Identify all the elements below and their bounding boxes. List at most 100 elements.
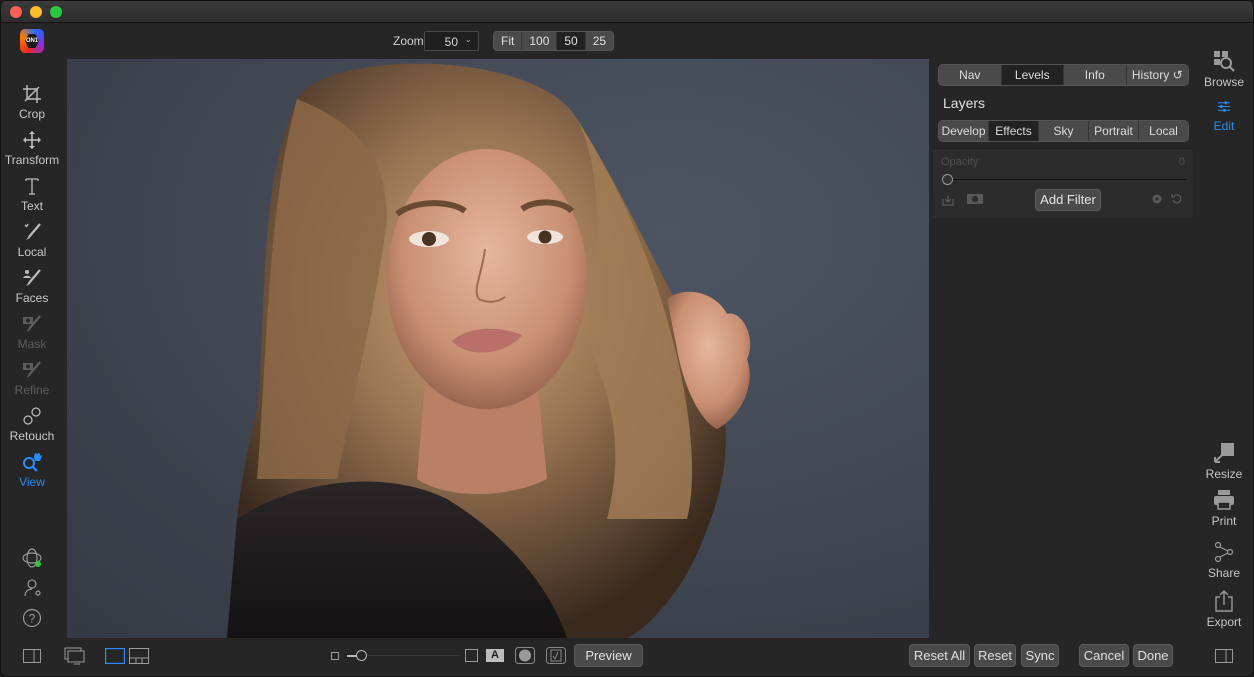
text-overlay-icon[interactable]: A [486, 649, 504, 662]
tool-local-label: Local [17, 245, 47, 259]
tab-levels[interactable]: Levels [1001, 65, 1064, 85]
reset-all-button[interactable]: Reset All [909, 644, 970, 667]
panel-top-tabs: Nav Levels Info History ↺ [938, 64, 1189, 86]
tab-history[interactable]: History ↺ [1127, 65, 1189, 85]
help-icon[interactable]: ? [22, 608, 42, 628]
zoom-select-value: 50 [444, 35, 458, 49]
tab-portrait[interactable]: Portrait [1089, 121, 1139, 141]
tab-nav[interactable]: Nav [939, 65, 1002, 85]
size-slider-handle[interactable] [356, 650, 367, 661]
export-icon [1215, 590, 1233, 612]
edit-button[interactable]: Edit [1197, 99, 1251, 133]
app-logo-text: ON1 [25, 34, 39, 48]
opacity-slider-handle[interactable] [942, 174, 953, 185]
small-size-icon [331, 652, 339, 660]
tool-view[interactable]: View [1, 451, 63, 489]
browse-button[interactable]: Browse [1197, 49, 1251, 89]
zoom-label: Zoom [393, 34, 424, 48]
zoom-preset-100[interactable]: 100 [522, 32, 558, 50]
gear-icon[interactable] [1151, 193, 1163, 205]
zoom-preset-50[interactable]: 50 [557, 32, 586, 50]
print-button[interactable]: Print [1197, 488, 1251, 528]
opacity-value: 0 [1178, 156, 1185, 168]
tool-text[interactable]: Text [1, 175, 63, 213]
reset-button[interactable]: Reset [974, 644, 1016, 667]
chevron-down-icon: ⌄ [464, 34, 472, 44]
tab-history-label: History [1131, 68, 1170, 82]
minimize-window-button[interactable] [30, 6, 42, 18]
toggle-right-panel-icon[interactable] [1215, 649, 1233, 663]
print-label: Print [1211, 514, 1237, 528]
toggle-left-panel-icon[interactable] [23, 649, 41, 663]
browse-label: Browse [1203, 75, 1244, 89]
opacity-label: Opacity [941, 156, 979, 168]
export-button[interactable]: Export [1197, 589, 1251, 629]
tool-mask[interactable]: Mask [1, 313, 63, 351]
tab-effects[interactable]: Effects [989, 121, 1039, 141]
title-bar [1, 1, 1253, 23]
filmstrip-view-icon[interactable] [129, 648, 149, 664]
tool-refine[interactable]: Refine [1, 359, 63, 397]
browse-icon [1214, 51, 1235, 72]
edit-label: Edit [1213, 119, 1235, 133]
tool-local[interactable]: Local [1, 221, 63, 259]
resize-button[interactable]: Resize [1197, 441, 1251, 481]
share-icon [1214, 541, 1234, 563]
add-filter-button[interactable]: Add Filter [1035, 189, 1101, 211]
view-hand-icon [23, 453, 42, 472]
module-tabs: Develop Effects Sky Portrait Local [938, 120, 1189, 142]
opacity-slider-track[interactable] [947, 179, 1187, 180]
large-size-icon [465, 649, 478, 662]
tool-faces-label: Faces [15, 291, 49, 305]
print-icon [1214, 490, 1234, 510]
tool-crop-label: Crop [18, 107, 45, 121]
tab-info[interactable]: Info [1064, 65, 1127, 85]
tool-transform[interactable]: Transform [1, 129, 63, 167]
preview-button[interactable]: Preview [574, 644, 643, 667]
retouch-icon [23, 407, 41, 425]
maximize-window-button[interactable] [50, 6, 62, 18]
crop-icon [23, 85, 41, 103]
cloud-sync-icon[interactable] [21, 547, 43, 569]
single-view-icon[interactable] [105, 648, 125, 664]
tab-sky[interactable]: Sky [1039, 121, 1089, 141]
done-button[interactable]: Done [1133, 644, 1173, 667]
resize-label: Resize [1205, 467, 1243, 481]
tool-retouch-label: Retouch [9, 429, 55, 443]
cancel-button[interactable]: Cancel [1079, 644, 1129, 667]
tool-retouch[interactable]: Retouch [1, 405, 63, 443]
app-window: ON1 Zoom 50 ⌄ Fit 100 50 25 Crop Transfo… [0, 0, 1254, 677]
tool-crop[interactable]: Crop [1, 83, 63, 121]
export-label: Export [1206, 615, 1242, 629]
sync-button[interactable]: Sync [1021, 644, 1059, 667]
faces-brush-icon [23, 269, 41, 286]
tab-local[interactable]: Local [1139, 121, 1188, 141]
zoom-select[interactable]: 50 ⌄ [424, 31, 479, 51]
account-settings-icon[interactable] [23, 578, 43, 598]
size-slider-track[interactable] [368, 655, 460, 656]
share-label: Share [1207, 566, 1241, 580]
zoom-preset-25[interactable]: 25 [586, 32, 613, 50]
portrait-photo [227, 63, 751, 638]
mask-view-icon[interactable] [515, 647, 535, 664]
mask-brush-icon [23, 315, 41, 332]
import-preset-icon[interactable] [941, 193, 955, 207]
brush-icon [24, 223, 41, 240]
text-icon [25, 178, 39, 195]
close-window-button[interactable] [10, 6, 22, 18]
second-display-icon[interactable] [64, 647, 86, 665]
zoom-preset-fit[interactable]: Fit [494, 32, 523, 50]
undo-icon: ↺ [1172, 68, 1183, 82]
share-button[interactable]: Share [1197, 540, 1251, 580]
layer-mask-icon[interactable] [967, 193, 983, 205]
soft-proof-icon[interactable] [546, 647, 566, 664]
tab-develop[interactable]: Develop [939, 121, 989, 141]
image-canvas[interactable] [67, 59, 929, 638]
tool-mask-label: Mask [17, 337, 47, 351]
zoom-preset-group: Fit 100 50 25 [493, 31, 615, 51]
tool-faces[interactable]: Faces [1, 267, 63, 305]
reset-filter-icon[interactable] [1171, 193, 1183, 205]
layers-title: Layers [943, 95, 986, 111]
move-icon [23, 131, 41, 149]
refine-brush-icon [23, 361, 41, 378]
